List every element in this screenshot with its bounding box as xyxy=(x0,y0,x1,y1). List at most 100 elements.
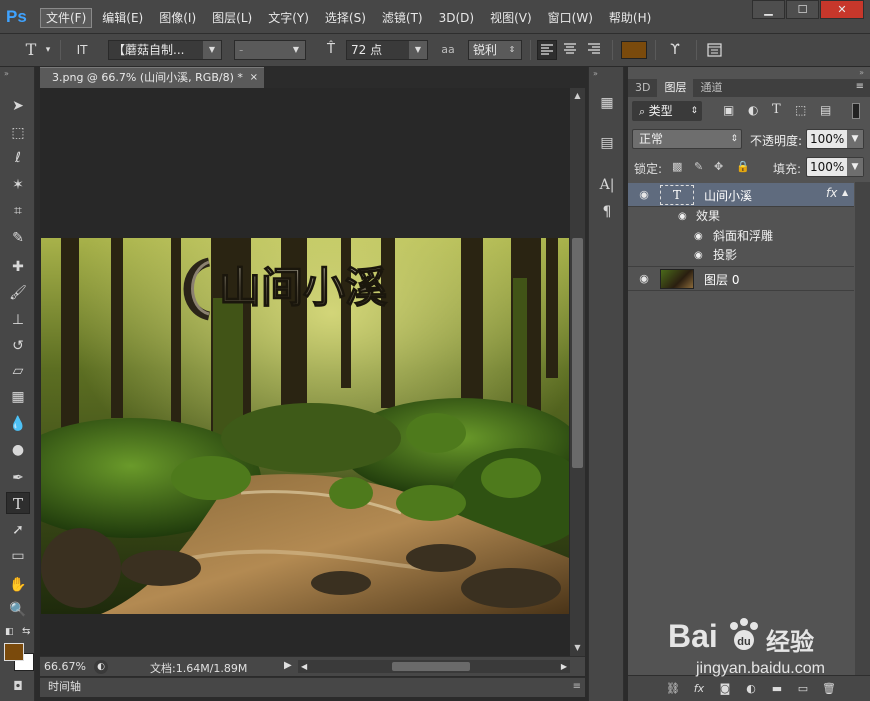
minimize-button[interactable]: ▁ xyxy=(752,0,785,19)
rectangle-tool-icon[interactable]: ▭ xyxy=(6,545,30,567)
timeline-panel-tab[interactable]: 时间轴 ≡ xyxy=(40,677,585,697)
new-adjustment-icon[interactable]: ◐ xyxy=(742,681,760,697)
dodge-tool-icon[interactable]: ● xyxy=(6,439,30,461)
collapse-icon[interactable]: » xyxy=(4,69,9,78)
pen-tool-icon[interactable]: ✒ xyxy=(6,467,30,489)
tab-layers[interactable]: 图层 xyxy=(657,79,694,97)
close-tab-icon[interactable]: × xyxy=(250,68,258,88)
character-panel-button[interactable] xyxy=(704,40,726,60)
vertical-scrollbar[interactable]: ▲ ▼ xyxy=(570,88,585,656)
font-size-select[interactable]: 72 点 ▼ xyxy=(346,40,428,60)
clone-stamp-tool-icon[interactable]: ⊥ xyxy=(6,309,30,331)
eye-icon[interactable]: ◉ xyxy=(694,227,703,246)
menu-view[interactable]: 视图(V) xyxy=(484,8,538,28)
hand-tool-icon[interactable]: ✋ xyxy=(6,574,30,596)
new-layer-icon[interactable]: ▭ xyxy=(794,681,812,697)
character-panel-icon[interactable]: A| xyxy=(595,174,619,196)
menu-window[interactable]: 窗口(W) xyxy=(542,8,599,28)
scroll-up-icon[interactable]: ▲ xyxy=(570,90,585,102)
filter-adjustment-icon[interactable]: ◐ xyxy=(748,103,758,117)
chevron-down-icon[interactable]: ▾ xyxy=(42,40,54,60)
default-colors-icon[interactable]: ◧ xyxy=(5,627,14,637)
layer-row-text[interactable]: ◉ T 山间小溪 fx ▲ xyxy=(628,183,854,207)
gradient-tool-icon[interactable]: ▦ xyxy=(6,386,30,408)
menu-select[interactable]: 选择(S) xyxy=(319,8,372,28)
status-menu-arrow-icon[interactable]: ▶ xyxy=(284,660,292,671)
menu-layer[interactable]: 图层(L) xyxy=(206,8,258,28)
menu-help[interactable]: 帮助(H) xyxy=(603,8,657,28)
tool-presets-icon[interactable]: ▤ xyxy=(595,132,619,154)
effects-row[interactable]: ◉ 效果 xyxy=(628,207,854,226)
quick-mask-icon[interactable]: ◘ xyxy=(6,675,30,697)
menu-image[interactable]: 图像(I) xyxy=(153,8,202,28)
menu-file[interactable]: 文件(F) xyxy=(40,8,93,28)
history-brush-tool-icon[interactable]: ↺ xyxy=(6,335,30,357)
panel-menu-icon[interactable]: ≡ xyxy=(856,81,864,92)
effect-drop-shadow[interactable]: ◉ 投影 xyxy=(628,246,854,265)
antialias-select[interactable]: 锐利 ⇕ xyxy=(468,40,522,60)
opacity-input[interactable]: 100% ▼ xyxy=(806,129,864,149)
text-color-swatch[interactable] xyxy=(621,41,647,59)
lock-all-icon[interactable]: 🔒 xyxy=(736,160,750,173)
filter-smart-object-icon[interactable]: ▤ xyxy=(820,103,831,117)
font-style-select[interactable]: - ▼ xyxy=(234,40,306,60)
layers-scrollbar[interactable] xyxy=(855,182,870,675)
path-selection-tool-icon[interactable]: ➚ xyxy=(6,519,30,541)
align-center-button[interactable] xyxy=(561,40,581,60)
healing-brush-tool-icon[interactable]: ✚ xyxy=(6,256,30,278)
add-mask-icon[interactable]: ◙ xyxy=(716,681,734,697)
scroll-thumb[interactable] xyxy=(572,238,583,468)
filter-shape-icon[interactable]: ⬚ xyxy=(795,103,806,117)
collapse-icon[interactable]: » xyxy=(859,68,864,77)
eye-icon[interactable]: ◉ xyxy=(678,207,687,226)
scroll-right-icon[interactable]: ▶ xyxy=(561,660,567,673)
history-panel-icon[interactable]: ▦ xyxy=(595,92,619,114)
link-layers-icon[interactable]: ⛓ xyxy=(664,681,682,697)
menu-type[interactable]: 文字(Y) xyxy=(262,8,315,28)
eraser-tool-icon[interactable]: ▱ xyxy=(6,360,30,382)
blur-tool-icon[interactable]: 💧 xyxy=(6,413,30,435)
close-button[interactable]: ✕ xyxy=(820,0,864,19)
fx-icon[interactable]: fx xyxy=(826,186,837,200)
type-tool-icon[interactable]: T xyxy=(6,492,30,514)
crop-tool-icon[interactable]: ⌗ xyxy=(6,200,30,222)
eye-icon[interactable]: ◉ xyxy=(694,246,703,265)
magic-wand-tool-icon[interactable]: ✶ xyxy=(6,174,30,196)
eyedropper-tool-icon[interactable]: ✎ xyxy=(6,227,30,249)
chevron-up-icon[interactable]: ▲ xyxy=(842,188,848,197)
brush-tool-icon[interactable]: 🖌 xyxy=(6,282,30,304)
menu-3d[interactable]: 3D(D) xyxy=(433,8,480,28)
foreground-color-swatch[interactable] xyxy=(4,643,24,661)
move-tool-icon[interactable]: ➤ xyxy=(6,95,30,117)
lock-pixels-icon[interactable]: ✎ xyxy=(694,160,703,173)
document-tab[interactable]: 3.png @ 66.7% (山间小溪, RGB/8) * × xyxy=(40,67,264,88)
align-right-button[interactable] xyxy=(585,40,605,60)
zoom-level[interactable]: 66.67% xyxy=(44,660,86,673)
new-group-icon[interactable]: ▬ xyxy=(768,681,786,697)
lock-position-icon[interactable]: ✥ xyxy=(714,160,723,173)
eye-icon[interactable]: ◉ xyxy=(636,187,652,203)
type-tool-preset-icon[interactable]: T xyxy=(20,40,42,60)
blend-mode-select[interactable]: 正常 ⇕ xyxy=(632,129,742,149)
filter-toggle[interactable] xyxy=(852,103,860,119)
lasso-tool-icon[interactable]: ℓ xyxy=(6,147,30,169)
panel-menu-icon[interactable]: ≡ xyxy=(573,678,581,696)
tab-channels[interactable]: 通道 xyxy=(693,79,729,97)
scroll-down-icon[interactable]: ▼ xyxy=(570,642,585,654)
canvas-area[interactable]: 山间小溪 xyxy=(40,88,570,656)
swap-colors-icon[interactable]: ⇆ xyxy=(22,626,30,637)
effect-bevel-emboss[interactable]: ◉ 斜面和浮雕 xyxy=(628,227,854,246)
zoom-tool-icon[interactable]: 🔍 xyxy=(6,599,30,621)
collapse-icon[interactable]: » xyxy=(593,69,598,78)
font-family-select[interactable]: 【蘑菇自制... ▼ xyxy=(108,40,222,60)
filter-pixel-icon[interactable]: ▣ xyxy=(723,103,734,117)
tab-3d[interactable]: 3D xyxy=(628,79,657,97)
menu-edit[interactable]: 编辑(E) xyxy=(96,8,149,28)
menu-filter[interactable]: 滤镜(T) xyxy=(376,8,429,28)
fill-input[interactable]: 100% ▼ xyxy=(806,157,864,177)
horizontal-scroll-thumb[interactable] xyxy=(392,662,470,671)
layer-filter-select[interactable]: ⌕ 类型 ⇕ xyxy=(632,101,702,121)
layer-row-image[interactable]: ◉ 图层 0 xyxy=(628,267,854,291)
warp-text-icon[interactable]: ϒ xyxy=(664,40,686,60)
maximize-button[interactable]: ☐ xyxy=(786,0,819,19)
